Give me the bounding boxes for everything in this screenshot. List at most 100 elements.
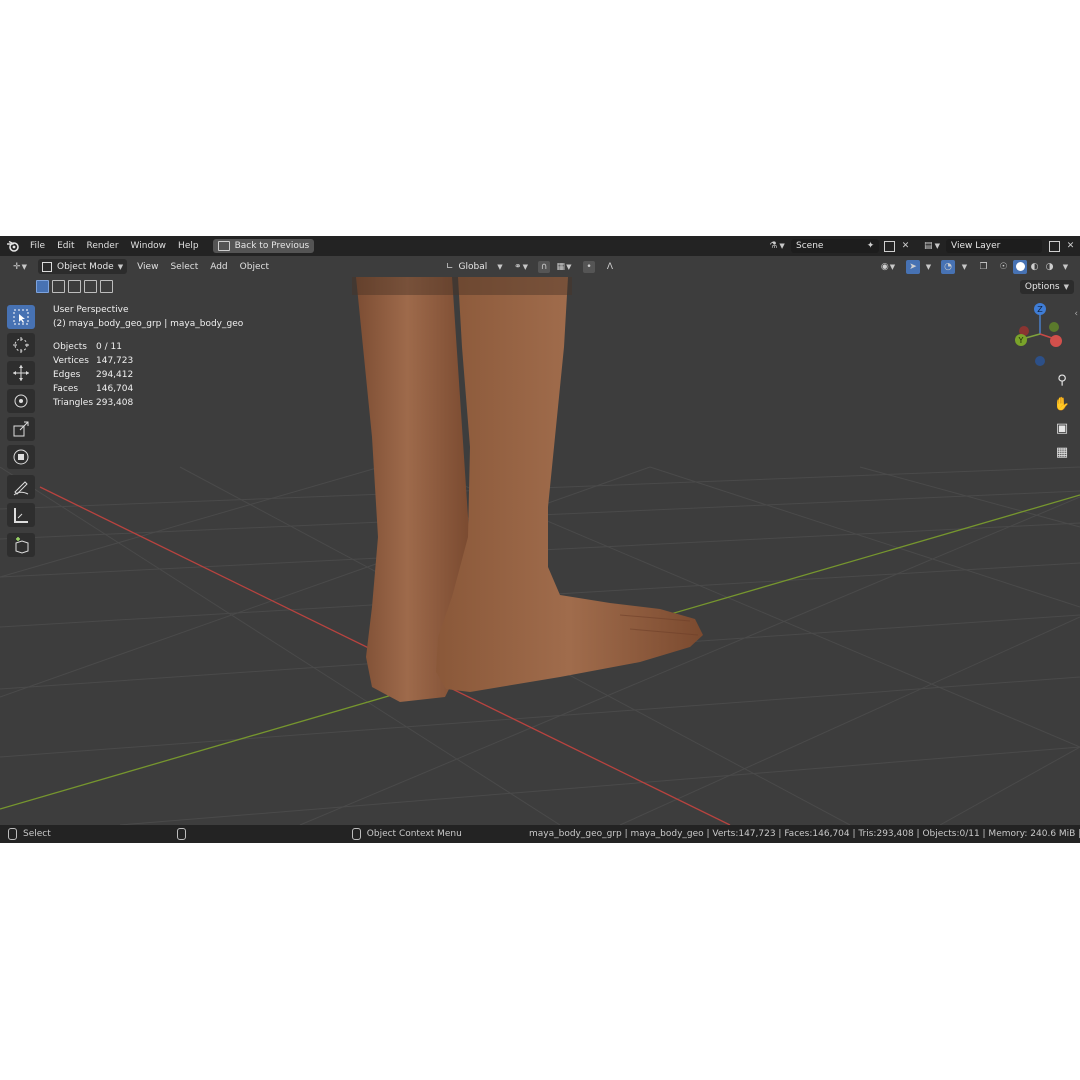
move-tool[interactable] — [7, 361, 35, 385]
transform-tool[interactable] — [7, 445, 35, 469]
navigation-gizmo[interactable]: Z Y — [1010, 299, 1070, 369]
select-extend-icon[interactable] — [52, 280, 65, 293]
perspective-toggle-icon[interactable]: ▦ — [1052, 442, 1072, 462]
select-invert-icon[interactable] — [84, 280, 97, 293]
blender-window: File Edit Render Window Help Back to Pre… — [0, 236, 1080, 843]
stats-value: 146,704 — [96, 384, 134, 394]
scale-tool[interactable] — [7, 417, 35, 441]
measure-tool[interactable] — [7, 503, 35, 527]
status-context-menu-label: Object Context Menu — [366, 829, 462, 839]
selection-mode-buttons — [36, 280, 113, 293]
scene-type-icon[interactable]: ⚗ ▼ — [766, 241, 788, 252]
menu-render[interactable]: Render — [81, 236, 125, 256]
gizmo-toggle-icon[interactable]: ➤ — [906, 259, 920, 274]
viewport-perspective-label: User Perspective — [53, 305, 129, 315]
delete-view-layer-icon[interactable]: ✕ — [1065, 241, 1076, 252]
view-layer-name: View Layer — [951, 241, 1001, 251]
material-shading-icon[interactable]: ◐ — [1029, 261, 1040, 272]
rotate-icon — [14, 394, 28, 408]
add-cube-tool[interactable] — [7, 533, 35, 557]
overlays-dropdown-icon[interactable]: ▼ — [959, 261, 970, 272]
back-to-previous-button[interactable]: Back to Previous — [212, 239, 315, 253]
gizmo-x-positive[interactable] — [1050, 335, 1062, 347]
chevron-down-icon: ▼ — [497, 262, 503, 271]
select-new-icon[interactable] — [36, 280, 49, 293]
mouse-left-icon — [8, 828, 17, 840]
options-label: Options — [1024, 282, 1060, 292]
new-scene-icon[interactable] — [884, 240, 895, 252]
snap-toggle-icon[interactable]: ∩ — [538, 260, 550, 273]
status-select-label: Select — [23, 829, 51, 839]
camera-view-icon[interactable]: ▣ — [1052, 418, 1072, 438]
stats-label: Faces — [53, 384, 79, 394]
3d-viewport[interactable]: Options ▼ User Perspective (2) maya_body… — [0, 277, 1080, 825]
xray-toggle-icon[interactable]: ❐ — [978, 261, 989, 272]
menu-window[interactable]: Window — [125, 236, 173, 256]
delete-scene-icon[interactable]: ✕ — [900, 241, 911, 252]
add-cube-icon — [15, 537, 29, 554]
visibility-icon[interactable]: ◉ ▼ — [877, 261, 899, 272]
annotate-pencil-icon — [13, 481, 29, 496]
stats-label: Objects — [53, 342, 88, 352]
tool-shelf — [7, 305, 37, 561]
move-icon — [13, 365, 29, 381]
new-view-layer-icon[interactable] — [1049, 240, 1060, 252]
mouse-right-icon — [351, 828, 361, 840]
annotate-tool[interactable] — [7, 475, 35, 499]
pan-hand-icon[interactable]: ✋ — [1052, 394, 1072, 414]
orientation-icon: ∟ — [446, 261, 454, 272]
rendered-shading-icon[interactable]: ◑ — [1044, 261, 1055, 272]
gizmo-z-label: Z — [1037, 305, 1043, 314]
stats-value: 294,412 — [96, 370, 134, 380]
snap-target-icon[interactable]: ▦ ▼ — [554, 261, 574, 272]
solid-shading-icon[interactable] — [1013, 259, 1027, 274]
stats-value: 147,723 — [96, 356, 134, 366]
transform-icon — [13, 449, 29, 465]
back-to-previous-label: Back to Previous — [234, 241, 310, 251]
pivot-point-icon[interactable]: ⚭ ▼ — [511, 261, 531, 272]
menu-edit[interactable]: Edit — [51, 236, 80, 256]
gizmo-y-negative[interactable] — [1049, 322, 1059, 332]
stats-value: 293,408 — [96, 398, 134, 408]
menu-help[interactable]: Help — [172, 236, 205, 256]
menu-file[interactable]: File — [24, 236, 51, 256]
editor-type-icon[interactable]: ✛ ▼ — [10, 261, 30, 272]
shading-dropdown-icon[interactable]: ▼ — [1060, 261, 1071, 272]
pin-icon[interactable]: ✦ — [865, 241, 876, 252]
gizmo-y-label: Y — [1018, 336, 1024, 345]
proportional-editing-icon[interactable]: • — [583, 260, 595, 273]
gizmo-dropdown-icon[interactable]: ▼ — [923, 261, 934, 272]
chevron-down-icon: ▼ — [117, 262, 124, 271]
back-icon — [217, 241, 230, 251]
view-layer-field[interactable]: View Layer — [946, 239, 1042, 253]
zoom-icon[interactable]: ⚲ — [1052, 370, 1072, 390]
top-menu-bar: File Edit Render Window Help Back to Pre… — [0, 236, 1080, 256]
falloff-icon[interactable]: Λ — [600, 261, 620, 272]
rotate-tool[interactable] — [7, 389, 35, 413]
header-menu-add[interactable]: Add — [204, 262, 233, 272]
scale-icon — [13, 421, 29, 437]
select-box-icon — [13, 309, 29, 325]
chevron-down-icon: ▼ — [1063, 283, 1069, 291]
cursor-tool[interactable] — [7, 333, 35, 357]
select-subtract-icon[interactable] — [68, 280, 81, 293]
header-menu-select[interactable]: Select — [164, 262, 204, 272]
wireframe-shading-icon[interactable]: ☉ — [998, 261, 1009, 272]
select-box-tool[interactable] — [7, 305, 35, 329]
transform-orientation-dropdown[interactable]: ∟ Global ▼ — [442, 259, 507, 274]
select-intersect-icon[interactable] — [100, 280, 113, 293]
blender-logo-icon[interactable] — [6, 239, 20, 253]
orientation-label: Global — [458, 261, 488, 272]
mouse-middle-icon — [176, 828, 186, 840]
gizmo-z-negative[interactable] — [1035, 356, 1045, 366]
header-menu-object[interactable]: Object — [234, 262, 275, 272]
options-dropdown[interactable]: Options ▼ — [1019, 280, 1074, 294]
header-menu-view[interactable]: View — [131, 262, 164, 272]
overlays-toggle-icon[interactable]: ◔ — [941, 259, 955, 274]
status-bar: Select Object Context Menu maya_body_geo… — [0, 825, 1080, 843]
stats-label: Triangles — [53, 398, 94, 408]
viewport-scene — [0, 277, 1080, 825]
view-layer-icon[interactable]: ▤ ▼ — [921, 241, 943, 252]
sidebar-collapse-icon[interactable]: ‹ — [1074, 309, 1078, 319]
mode-dropdown[interactable]: Object Mode ▼ — [38, 259, 128, 274]
